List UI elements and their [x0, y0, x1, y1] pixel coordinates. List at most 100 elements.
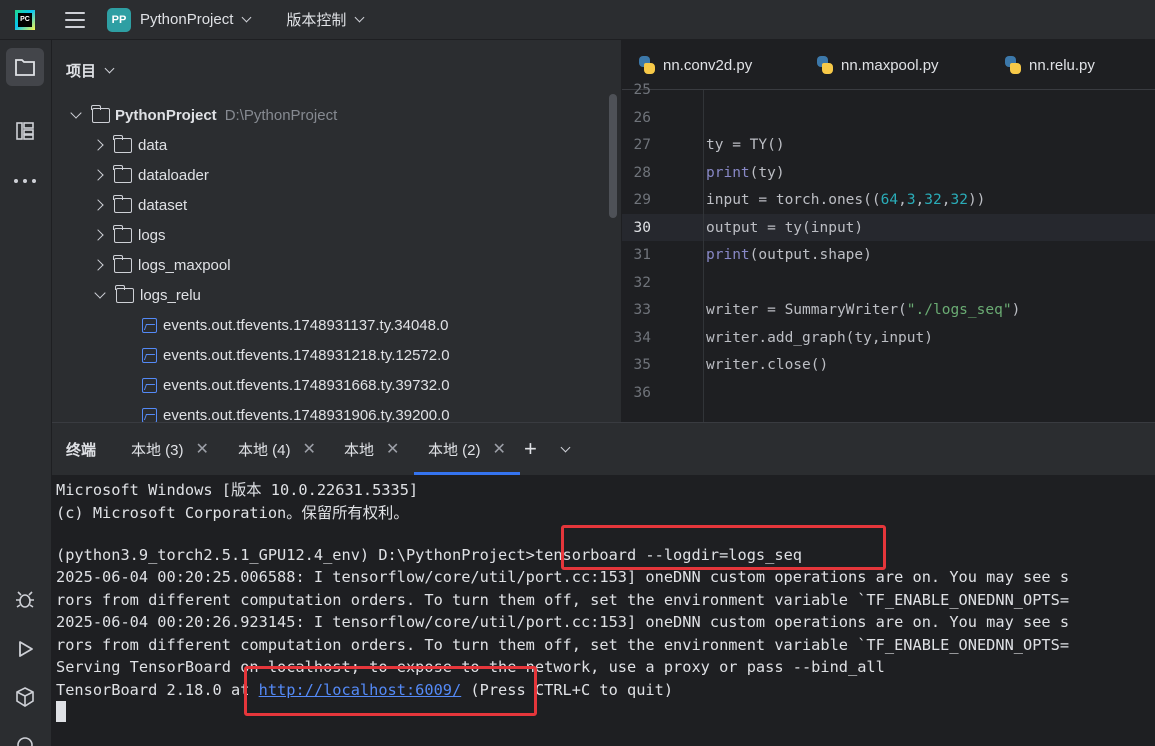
- close-icon[interactable]: ✕: [386, 439, 399, 459]
- code-editor: nn.conv2d.py nn.maxpool.py nn.relu.py 25…: [622, 40, 1155, 422]
- highlight-box-command: [561, 525, 886, 570]
- tree-file-row[interactable]: events.out.tfevents.1748931218.ty.12572.…: [142, 340, 450, 370]
- terminal-tab-label: 本地 (3): [131, 441, 184, 459]
- tree-item-logs-maxpool[interactable]: logs_maxpool: [92, 250, 231, 280]
- code-token: 64: [880, 192, 899, 208]
- code-token: print: [706, 247, 750, 263]
- code-line: ty = TY(): [706, 137, 785, 153]
- python-packages-icon[interactable]: [6, 678, 44, 716]
- tree-item-logs-relu[interactable]: logs_relu: [94, 280, 201, 310]
- editor-tabs: nn.conv2d.py nn.maxpool.py nn.relu.py: [622, 40, 1155, 90]
- code-token: 32: [924, 192, 942, 208]
- collapsed-arrow-icon[interactable]: [92, 259, 104, 271]
- terminal-line: rors from different computation orders. …: [56, 636, 1070, 654]
- terminal-cursor: [56, 701, 66, 722]
- terminal-tab-label: 本地 (2): [428, 441, 481, 459]
- project-panel-title: 项目: [66, 63, 97, 80]
- project-tool-folder-icon[interactable]: [6, 48, 44, 86]
- tree-file-row[interactable]: events.out.tfevents.1748931137.ty.34048.…: [142, 310, 449, 340]
- pycharm-logo-icon[interactable]: PC: [15, 9, 35, 30]
- editor-tab-label: nn.maxpool.py: [841, 56, 939, 74]
- services-icon[interactable]: [6, 726, 44, 746]
- main-menu-icon[interactable]: [65, 11, 85, 28]
- tree-file-row[interactable]: events.out.tfevents.1748931668.ty.39732.…: [142, 370, 450, 400]
- editor-tab[interactable]: nn.relu.py: [1004, 40, 1095, 90]
- current-line-number: 30: [633, 220, 651, 236]
- expand-arrow-icon[interactable]: [70, 107, 82, 119]
- editor-tab[interactable]: nn.maxpool.py: [816, 40, 939, 90]
- tree-file-label: events.out.tfevents.1748931218.ty.12572.…: [163, 346, 450, 364]
- tool-window-strip: [0, 40, 52, 746]
- chevron-down-icon: [241, 12, 252, 23]
- code-token: "./logs_seq": [906, 302, 1012, 318]
- tree-item-logs[interactable]: logs: [92, 220, 166, 250]
- title-bar: PC PP PythonProject 版本控制: [0, 0, 1155, 40]
- code-token: (output.shape): [749, 247, 872, 263]
- highlight-box-link: [244, 666, 537, 716]
- terminal-prompt: (python3.9_torch2.5.1_GPU12.4_env) D:\Py…: [56, 546, 535, 564]
- line-number: 36: [633, 385, 651, 401]
- gutter-separator: [703, 90, 704, 422]
- tree-item-label: dataloader: [138, 166, 209, 184]
- line-number: 27: [633, 137, 651, 153]
- chevron-down-icon: [354, 12, 365, 23]
- add-terminal-icon[interactable]: +: [524, 423, 537, 475]
- code-token: input = torch.ones((: [706, 192, 881, 208]
- folder-icon: [113, 164, 132, 183]
- project-badge: PP: [107, 7, 131, 32]
- terminal-panel: 终端 本地 (3) ✕ 本地 (4) ✕ 本地 ✕ 本地 (2) ✕ + Microso…: [52, 422, 1155, 746]
- project-selector[interactable]: PP PythonProject: [107, 5, 252, 35]
- terminal-dropdown[interactable]: [560, 423, 571, 475]
- tree-item-label: dataset: [138, 196, 188, 214]
- folder-icon: [113, 254, 132, 273]
- structure-icon[interactable]: [6, 112, 44, 150]
- close-icon[interactable]: ✕: [303, 439, 316, 459]
- code-line: writer = SummaryWriter("./logs_seq"): [706, 302, 1020, 318]
- code-token: 3: [906, 192, 916, 208]
- terminal-tab[interactable]: 本地 (3) ✕: [131, 423, 209, 475]
- line-number: 35: [633, 357, 651, 373]
- tree-item-label: data: [138, 136, 168, 154]
- vcs-menu[interactable]: 版本控制: [286, 9, 365, 30]
- run-play-icon[interactable]: [6, 630, 44, 668]
- tree-file-label: events.out.tfevents.1748931137.ty.34048.…: [163, 316, 449, 334]
- tree-item-dataloader[interactable]: dataloader: [92, 160, 209, 190]
- line-number: 31: [633, 247, 651, 263]
- tfevents-file-icon: [142, 377, 157, 393]
- current-line-highlight: [622, 214, 1155, 241]
- terminal-line: 2025-06-04 00:20:26.923145: I tensorflow…: [56, 613, 1070, 631]
- code-line: writer.close(): [706, 357, 829, 373]
- tfevents-file-icon: [142, 317, 157, 333]
- tree-item-dataset[interactable]: dataset: [92, 190, 188, 220]
- code-token: )): [967, 192, 986, 208]
- terminal-output[interactable]: Microsoft Windows [版本 10.0.22631.5335] (…: [52, 475, 1155, 746]
- more-tools-icon[interactable]: [6, 162, 44, 200]
- project-panel-header[interactable]: 项目: [66, 60, 115, 81]
- collapsed-arrow-icon[interactable]: [92, 229, 104, 241]
- collapsed-arrow-icon[interactable]: [92, 169, 104, 181]
- tree-item-data[interactable]: data: [92, 130, 168, 160]
- line-number: 29: [633, 192, 651, 208]
- debug-bug-icon[interactable]: [6, 580, 44, 618]
- terminal-line: (c) Microsoft Corporation。保留所有权利。: [56, 504, 409, 522]
- tfevents-file-icon: [142, 347, 157, 363]
- tree-item-label: logs_relu: [140, 286, 201, 304]
- code-line: writer.add_graph(ty,input): [706, 330, 933, 346]
- close-icon[interactable]: ✕: [493, 439, 506, 459]
- tree-root-row[interactable]: PythonProject D:\PythonProject: [70, 100, 337, 130]
- code-area[interactable]: 25 26 27 28 29 30 31 32 33 34 35 36 ty =…: [622, 82, 1155, 422]
- terminal-tab[interactable]: 本地 (4) ✕: [238, 423, 316, 475]
- collapsed-arrow-icon[interactable]: [92, 139, 104, 151]
- expand-arrow-icon[interactable]: [94, 287, 106, 299]
- code-token: 32: [950, 192, 968, 208]
- terminal-line: Microsoft Windows [版本 10.0.22631.5335]: [56, 481, 419, 499]
- project-scrollbar[interactable]: [609, 94, 617, 218]
- terminal-tab-selected[interactable]: 本地 (2) ✕: [414, 423, 520, 475]
- terminal-tab[interactable]: 本地 ✕: [344, 423, 399, 475]
- code-token: (ty): [749, 165, 785, 181]
- line-number: 25: [633, 82, 651, 98]
- close-icon[interactable]: ✕: [196, 439, 209, 459]
- code-line: input = torch.ones((64,3,32,32)): [706, 192, 986, 208]
- terminal-tab-label: 本地 (4): [238, 441, 291, 459]
- collapsed-arrow-icon[interactable]: [92, 199, 104, 211]
